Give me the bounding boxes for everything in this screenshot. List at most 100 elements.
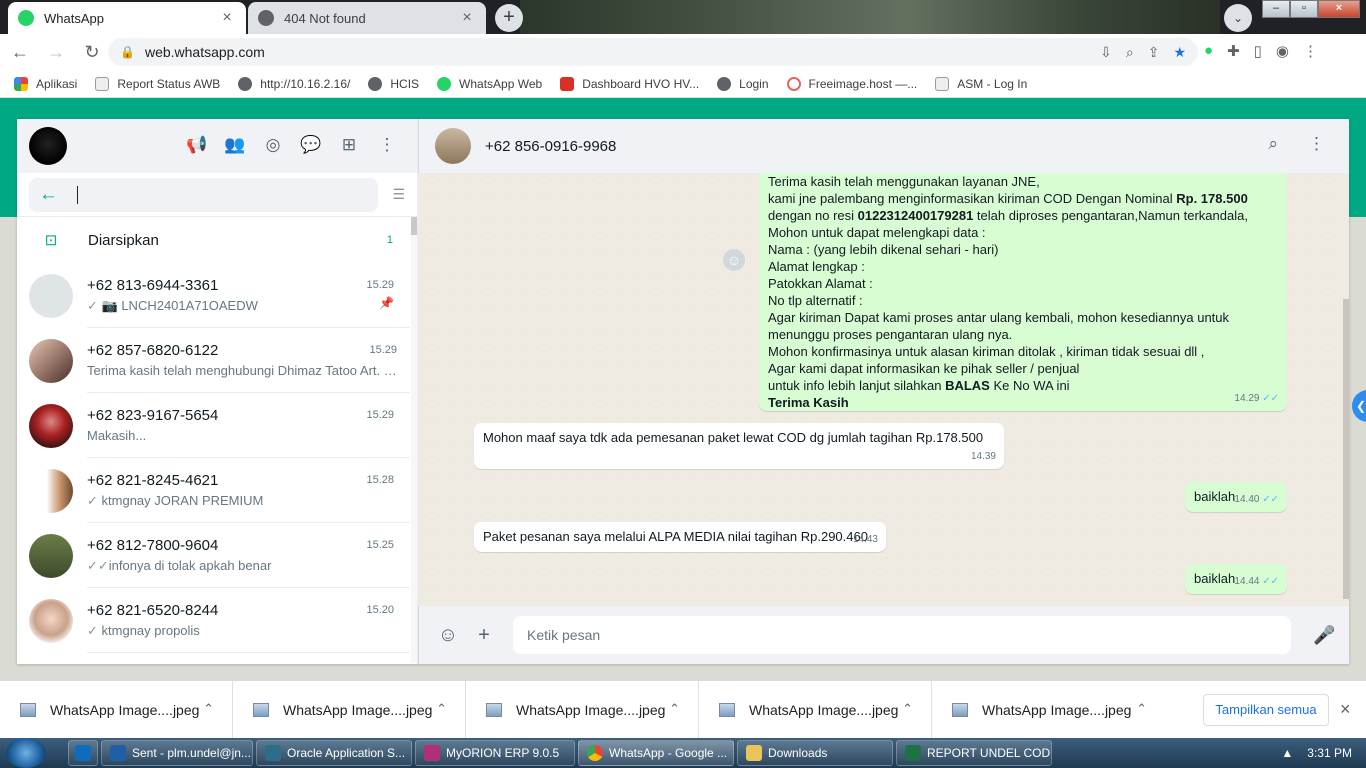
message-incoming[interactable]: Mohon maaf saya tdk ada pemesanan paket … bbox=[474, 423, 1004, 469]
maximize-button[interactable]: ▫ bbox=[1290, 0, 1318, 18]
message-line: dengan no resi 0122312400179281 telah di… bbox=[768, 207, 1278, 224]
archived-row[interactable]: ⊡ Diarsipkan 1 bbox=[17, 217, 417, 263]
chrome-icon bbox=[587, 745, 603, 761]
address-bar[interactable]: 🔒 web.whatsapp.com ⇩ ⌕ ⇪ ★ bbox=[108, 38, 1198, 66]
tray-expand-icon[interactable]: ▲ bbox=[1281, 746, 1293, 760]
contact-avatar[interactable] bbox=[435, 128, 471, 164]
scrollbar-thumb[interactable] bbox=[1343, 299, 1349, 599]
install-icon[interactable]: ⇩ bbox=[1100, 44, 1112, 61]
taskbar-task[interactable]: Downloads bbox=[737, 740, 893, 766]
microphone-icon[interactable]: 🎤 bbox=[1313, 625, 1335, 646]
download-item[interactable]: WhatsApp Image....jpeg ⌃ bbox=[932, 681, 1165, 739]
emoji-icon[interactable]: ☺ bbox=[435, 624, 461, 647]
minimize-button[interactable]: – bbox=[1262, 0, 1290, 18]
chat-item[interactable]: +62 812-7800-9604 15.25 ✓✓infonya di tol… bbox=[17, 523, 410, 588]
back-arrow-icon[interactable]: ← bbox=[39, 184, 77, 206]
chat-item[interactable]: +62 857-6820-6122 15.29 Terima kasih tel… bbox=[17, 328, 410, 393]
globe-icon bbox=[717, 76, 732, 91]
attach-plus-icon[interactable]: + bbox=[471, 624, 497, 647]
lock-icon[interactable]: 🔒 bbox=[120, 45, 135, 59]
zoom-icon[interactable]: ⌕ bbox=[1126, 44, 1134, 61]
avatar bbox=[29, 403, 73, 448]
menu-kebab-icon[interactable]: ⋮ bbox=[1303, 42, 1318, 60]
close-shelf-icon[interactable]: × bbox=[1340, 699, 1351, 720]
forward-button[interactable]: → bbox=[40, 36, 72, 68]
tab-search-button[interactable]: ⌄ bbox=[1224, 4, 1252, 32]
chevron-up-icon[interactable]: ⌃ bbox=[1136, 701, 1147, 717]
search-icon[interactable]: ⌕ bbox=[1268, 134, 1278, 154]
taskbar-task[interactable]: MyORION ERP 9.0.5 bbox=[415, 740, 575, 766]
menu-kebab-icon[interactable]: ⋮ bbox=[1308, 134, 1325, 154]
conversation-panel: +62 856-0916-9968 ⌕ ⋮ ☺ Terima kasih tel… bbox=[418, 119, 1349, 664]
clock[interactable]: 3:31 PM bbox=[1307, 746, 1352, 760]
puzzle-icon[interactable]: ✚ bbox=[1227, 42, 1240, 60]
chevron-up-icon[interactable]: ⌃ bbox=[436, 701, 447, 717]
close-tab-icon[interactable]: × bbox=[218, 9, 236, 27]
channels-icon[interactable]: 💬 bbox=[299, 133, 323, 157]
back-button[interactable]: ← bbox=[4, 36, 36, 68]
taskbar-outlook-pin[interactable] bbox=[68, 740, 98, 766]
chevron-up-icon[interactable]: ⌃ bbox=[669, 701, 680, 717]
scrollbar-thumb[interactable] bbox=[411, 217, 417, 235]
download-item[interactable]: WhatsApp Image....jpeg ⌃ bbox=[699, 680, 932, 739]
menu-kebab-icon[interactable]: ⋮ bbox=[375, 133, 399, 157]
start-button[interactable] bbox=[6, 738, 46, 768]
message-line: Mohon untuk dapat melengkapi data : bbox=[768, 225, 986, 240]
megaphone-icon[interactable]: 📢 bbox=[185, 133, 209, 157]
download-item[interactable]: WhatsApp Image....jpeg ⌃ bbox=[233, 680, 466, 739]
conversation-scrollbar[interactable] bbox=[1343, 173, 1349, 606]
download-item[interactable]: WhatsApp Image....jpeg ⌃ bbox=[0, 680, 233, 739]
chat-item[interactable]: +62 823-9167-5654 15.29 Makasih... bbox=[17, 393, 410, 458]
bookmark-asm[interactable]: ASM - Log In bbox=[935, 76, 1027, 91]
filter-icon[interactable]: ☰ bbox=[392, 186, 405, 203]
message-outgoing[interactable]: Terima kasih telah menggunakan layanan J… bbox=[759, 173, 1287, 411]
tab-whatsapp[interactable]: WhatsApp × bbox=[8, 2, 246, 34]
bookmark-hcis[interactable]: HCIS bbox=[368, 76, 419, 91]
side-panel-icon[interactable]: ▯ bbox=[1254, 42, 1262, 60]
share-icon[interactable]: ⇪ bbox=[1148, 44, 1160, 61]
bookmark-freeimage[interactable]: Freeimage.host —... bbox=[786, 76, 917, 91]
chat-item[interactable]: +62 813-6944-3361 15.29 ✓ 📷 LNCH2401A71O… bbox=[17, 263, 410, 328]
message-outgoing[interactable]: baiklah 14.40 ✓✓ bbox=[1185, 482, 1287, 512]
tab-not-found[interactable]: 404 Not found × bbox=[248, 2, 486, 34]
conversation-header[interactable]: +62 856-0916-9968 ⌕ ⋮ bbox=[418, 119, 1349, 173]
bookmark-apps[interactable]: Aplikasi bbox=[14, 76, 77, 91]
side-extension-handle[interactable]: ❮ bbox=[1352, 390, 1366, 422]
taskbar-task[interactable]: Oracle Application S... bbox=[256, 740, 412, 766]
close-tab-icon[interactable]: × bbox=[458, 9, 476, 27]
bookmark-dashboard[interactable]: Dashboard HVO HV... bbox=[560, 76, 699, 91]
chevron-up-icon[interactable]: ⌃ bbox=[203, 701, 214, 717]
bookmark-ip[interactable]: http://10.16.2.16/ bbox=[238, 76, 350, 91]
bookmark-whatsapp-web[interactable]: WhatsApp Web bbox=[437, 76, 542, 91]
profile-icon[interactable]: ◉ bbox=[1276, 42, 1289, 60]
globe-icon bbox=[258, 10, 274, 26]
taskbar-task[interactable]: REPORT UNDEL COD... bbox=[896, 740, 1052, 766]
message-incoming[interactable]: Paket pesanan saya melalui ALPA MEDIA ni… bbox=[474, 522, 886, 552]
bookmark-login[interactable]: Login bbox=[717, 76, 769, 91]
taskbar-task-active[interactable]: WhatsApp - Google ... bbox=[578, 740, 734, 766]
message-input[interactable]: Ketik pesan bbox=[513, 616, 1291, 654]
mail-icon bbox=[110, 745, 126, 761]
message-outgoing[interactable]: baiklah 14.44 ✓✓ bbox=[1185, 564, 1287, 594]
whatsapp-extension-icon[interactable]: ● bbox=[1204, 42, 1213, 60]
my-avatar[interactable] bbox=[29, 127, 67, 165]
emoji-reaction-icon[interactable]: ☺ bbox=[723, 249, 745, 271]
new-chat-icon[interactable]: ⊞ bbox=[337, 133, 361, 157]
close-window-button[interactable]: × bbox=[1318, 0, 1360, 18]
sidebar-scrollbar[interactable] bbox=[411, 217, 417, 663]
status-icon[interactable]: ◎ bbox=[261, 133, 285, 157]
download-shelf: WhatsApp Image....jpeg ⌃ WhatsApp Image..… bbox=[0, 680, 1366, 739]
new-tab-button[interactable]: + bbox=[495, 4, 523, 32]
communities-icon[interactable]: 👥 bbox=[223, 133, 247, 157]
chat-item[interactable]: +62 821-8245-4621 15.28 ✓ ktmgnay JORAN … bbox=[17, 458, 410, 523]
bookmark-report-status-awb[interactable]: Report Status AWB bbox=[95, 76, 220, 91]
chat-item[interactable]: +62 821-6520-8244 15.20 ✓ ktmgnay propol… bbox=[17, 588, 410, 653]
chevron-up-icon[interactable]: ⌃ bbox=[902, 701, 913, 717]
contact-name[interactable]: +62 856-0916-9968 bbox=[485, 138, 616, 155]
taskbar-task[interactable]: Sent - plm.undel@jn... bbox=[101, 740, 253, 766]
download-item[interactable]: WhatsApp Image....jpeg ⌃ bbox=[466, 680, 699, 739]
reload-button[interactable]: ↻ bbox=[76, 36, 108, 68]
search-input[interactable] bbox=[77, 185, 379, 204]
show-all-downloads-button[interactable]: Tampilkan semua bbox=[1203, 694, 1329, 726]
bookmark-star-icon[interactable]: ★ bbox=[1173, 44, 1186, 61]
